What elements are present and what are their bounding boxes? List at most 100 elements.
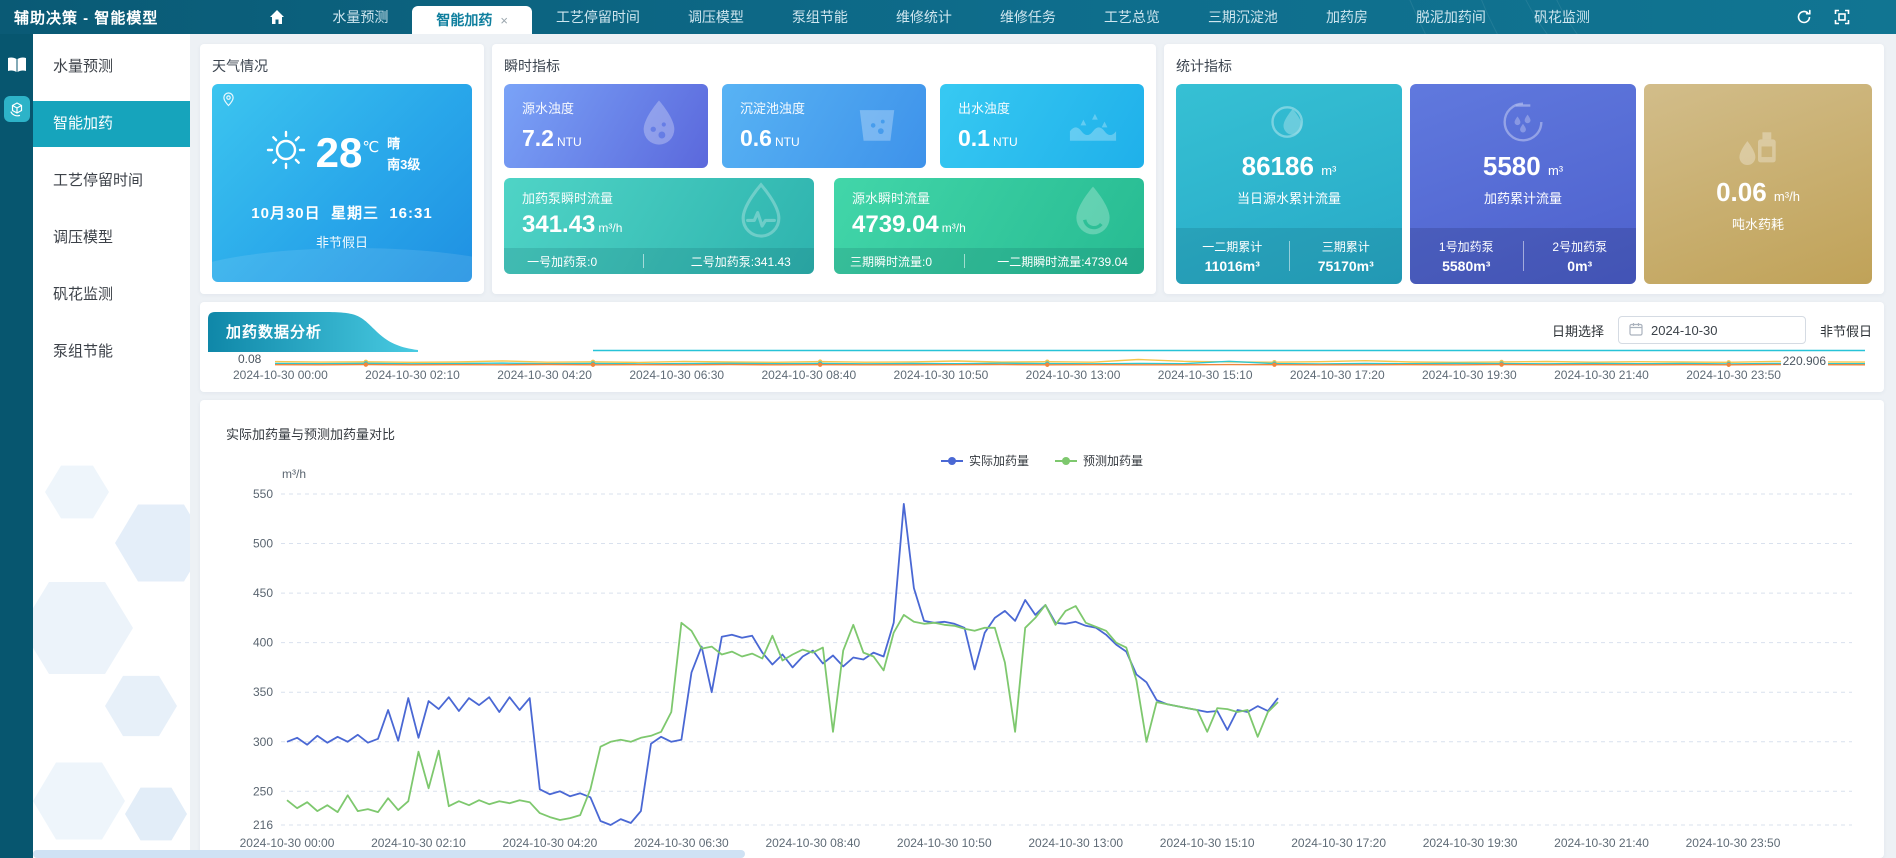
- svg-text:250: 250: [253, 784, 273, 798]
- comparison-chart-panel: 实际加药量与预测加药量对比 实际加药量 预测加药量 m³/h5505004504…: [200, 400, 1884, 858]
- hexagon-decoration: [115, 502, 190, 584]
- dosing-total-card: 5580 m³ 加药累计流量 1号加药泵5580m³ 2号加药泵0m³: [1410, 84, 1636, 284]
- banner-title: 加药数据分析: [226, 321, 322, 342]
- dosing-analysis-panel: 加药数据分析 日期选择 2024-10-30 非节假日 0.08 220.906…: [200, 302, 1884, 392]
- weather-panel: 天气情况 28℃ 晴: [200, 44, 484, 294]
- stats-section-title: 统计指标: [1164, 44, 1884, 84]
- tab-process-overview[interactable]: 工艺总览: [1080, 0, 1184, 34]
- icon-rail: [0, 34, 33, 858]
- weather-date: 10月30日 星期三 16:31: [212, 202, 472, 223]
- sidebar-item-floc-monitoring[interactable]: 矾花监测: [33, 272, 190, 318]
- drops-circle-icon: [1410, 100, 1636, 149]
- tab-pump-energy[interactable]: 泵组节能: [768, 0, 872, 34]
- dosing-strip-chart: [275, 349, 1865, 367]
- instant-indicators-panel: 瞬时指标 源水浊度 7.2NTU 沉淀池浊度 0.6NTU: [492, 44, 1156, 294]
- chemical-bottle-icon: [1644, 130, 1872, 175]
- strip-x-axis-labels: 2024-10-30 00:002024-10-30 02:10 2024-10…: [233, 368, 1781, 382]
- dosing-pump-flow-card: 加药泵瞬时流量 341.43m³/h 一号加药泵:0 二号加药泵:341.43: [504, 178, 814, 274]
- tab-repair-stats[interactable]: 维修统计: [872, 0, 976, 34]
- svg-text:2024-10-30 13:00: 2024-10-30 13:00: [1028, 836, 1123, 850]
- dosing-total-breakdown: 1号加药泵5580m³ 2号加药泵0m³: [1410, 228, 1636, 284]
- svg-text:2024-10-30 19:30: 2024-10-30 19:30: [1423, 836, 1518, 850]
- statistics-panel: 统计指标 86186 m³ 当日源水累计流量 一二期累计11016m³ 三期累计…: [1164, 44, 1884, 294]
- sidebar-item-smart-dosing[interactable]: 智能加药: [33, 101, 190, 147]
- holiday-status-label: 非节假日: [1820, 321, 1872, 340]
- tab-pressure-model[interactable]: 调压模型: [664, 0, 768, 34]
- calendar-icon: [1629, 322, 1643, 339]
- dosing-analysis-banner: 加药数据分析: [208, 312, 418, 352]
- weather-section-title: 天气情况: [200, 44, 484, 84]
- droplet-icon: [636, 99, 682, 154]
- svg-text:216: 216: [253, 818, 273, 832]
- raw-water-flow-card: 源水瞬时流量 4739.04m³/h 三期瞬时流量:0 一二期瞬时流量:4739…: [834, 178, 1144, 274]
- hexagon-decoration: [45, 464, 109, 520]
- droplet-icon: [1068, 185, 1118, 244]
- home-button[interactable]: [260, 9, 294, 25]
- svg-text:2024-10-30 06:30: 2024-10-30 06:30: [634, 836, 729, 850]
- weather-condition: 晴: [387, 133, 420, 152]
- sidebar-item-water-forecast[interactable]: 水量预测: [33, 44, 190, 90]
- instant-section-title: 瞬时指标: [492, 44, 1156, 84]
- main-content: 天气情况 28℃ 晴: [190, 34, 1896, 858]
- sun-icon: [264, 128, 308, 177]
- svg-text:400: 400: [253, 636, 273, 650]
- dosing-pump-flow-breakdown: 一号加药泵:0 二号加药泵:341.43: [504, 248, 814, 274]
- chemical-consumption-card: 0.06 m³/h 吨水药耗: [1644, 84, 1872, 284]
- tab-phase3-sedimentation[interactable]: 三期沉淀池: [1184, 0, 1302, 34]
- comparison-line-chart: m³/h 550 500 450 400 350 300 250 216 2024-10-30 0…: [200, 466, 1884, 858]
- svg-text:2024-10-30 04:20: 2024-10-30 04:20: [503, 836, 598, 850]
- tab-floc-monitoring[interactable]: 矾花监测: [1510, 0, 1614, 34]
- fullscreen-icon[interactable]: [1834, 9, 1850, 25]
- sidebar-item-pump-energy[interactable]: 泵组节能: [33, 329, 190, 375]
- svg-text:2024-10-30 00:00: 2024-10-30 00:00: [240, 836, 335, 850]
- hexagon-decoration: [33, 760, 125, 842]
- sidebar-item-process-retention[interactable]: 工艺停留时间: [33, 158, 190, 204]
- svg-text:500: 500: [253, 537, 273, 551]
- app-title: 辅助决策 - 智能模型: [0, 7, 172, 28]
- hexagon-decoration: [33, 579, 133, 677]
- sidebar: 水量预测 智能加药 工艺停留时间 调压模型 矾花监测 泵组节能: [33, 34, 190, 858]
- tab-dosing-room[interactable]: 加药房: [1302, 0, 1392, 34]
- svg-text:300: 300: [253, 735, 273, 749]
- temperature-value: 28℃: [316, 132, 380, 174]
- weather-wind: 南3级: [387, 154, 420, 173]
- svg-text:m³/h: m³/h: [282, 467, 306, 481]
- beaker-icon: [854, 101, 900, 152]
- svg-text:2024-10-30 23:50: 2024-10-30 23:50: [1686, 836, 1781, 850]
- sidebar-item-pressure-model[interactable]: 调压模型: [33, 215, 190, 261]
- refresh-icon[interactable]: [1796, 9, 1812, 25]
- strip-min-label: 0.08: [238, 352, 261, 366]
- hexagon-decoration: [125, 786, 187, 842]
- svg-text:350: 350: [253, 685, 273, 699]
- legend-marker-green: [1055, 460, 1077, 462]
- raw-water-total-breakdown: 一二期累计11016m³ 三期累计75170m³: [1176, 228, 1402, 284]
- svg-text:2024-10-30 08:40: 2024-10-30 08:40: [765, 836, 860, 850]
- svg-text:2024-10-30 15:10: 2024-10-30 15:10: [1160, 836, 1255, 850]
- home-icon: [269, 9, 285, 25]
- hexagon-decoration: [105, 674, 177, 738]
- sedimentation-turbidity-card: 沉淀池浊度 0.6NTU: [722, 84, 926, 168]
- tab-water-forecast[interactable]: 水量预测: [308, 0, 412, 34]
- raw-water-turbidity-card: 源水浊度 7.2NTU: [504, 84, 708, 168]
- svg-text:550: 550: [253, 487, 273, 501]
- svg-text:2024-10-30 17:20: 2024-10-30 17:20: [1291, 836, 1386, 850]
- horizontal-scrollbar[interactable]: [33, 850, 745, 858]
- outlet-turbidity-card: 出水浊度 0.1NTU: [940, 84, 1144, 168]
- tab-sludge-dosing-room[interactable]: 脱泥加药间: [1392, 0, 1510, 34]
- legend-marker-blue: [941, 460, 963, 462]
- svg-text:450: 450: [253, 586, 273, 600]
- model-cube-icon[interactable]: [4, 96, 30, 122]
- weather-card: 28℃ 晴 南3级 10月30日 星期三 16:31 非节假日: [212, 84, 472, 282]
- raw-water-flow-breakdown: 三期瞬时流量:0 一二期瞬时流量:4739.04: [834, 248, 1144, 274]
- water-wave-icon: [1068, 104, 1118, 149]
- pulse-droplet-icon: [734, 183, 788, 246]
- date-picker-input[interactable]: 2024-10-30: [1618, 316, 1806, 344]
- tab-process-retention[interactable]: 工艺停留时间: [532, 0, 664, 34]
- tab-repair-tasks[interactable]: 维修任务: [976, 0, 1080, 34]
- tab-close-icon[interactable]: ×: [500, 13, 508, 28]
- svg-text:2024-10-30 02:10: 2024-10-30 02:10: [371, 836, 466, 850]
- book-icon[interactable]: [4, 52, 30, 78]
- water-drop-icon: [1176, 100, 1402, 149]
- tab-smart-dosing[interactable]: 智能加药 ×: [412, 6, 532, 34]
- svg-text:2024-10-30 10:50: 2024-10-30 10:50: [897, 836, 992, 850]
